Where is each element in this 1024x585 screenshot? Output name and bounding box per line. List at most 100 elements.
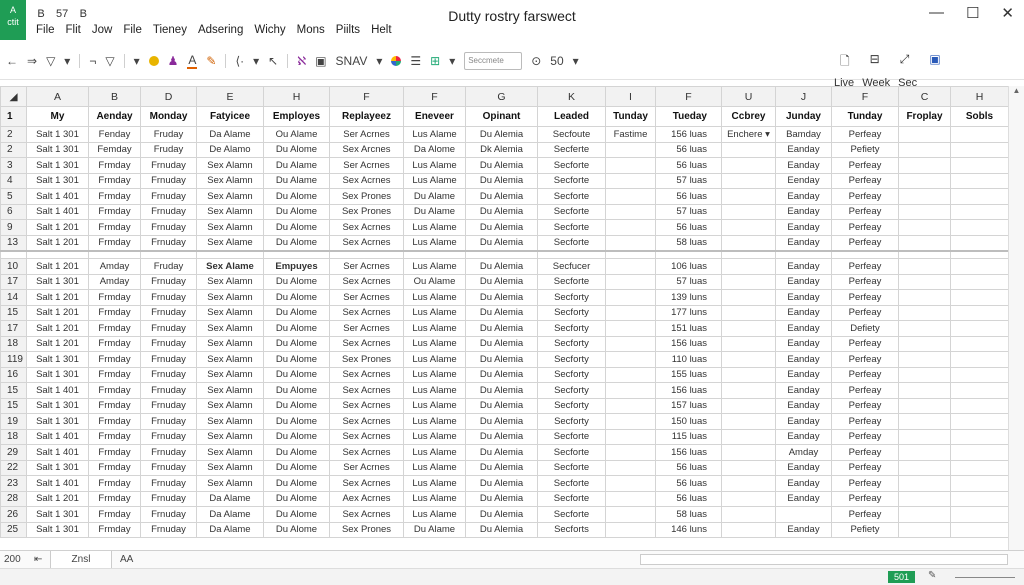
cell[interactable]: Lus Alame: [403, 506, 466, 523]
cell[interactable]: Lus Alame: [403, 397, 466, 414]
cell[interactable]: Du Alame: [403, 203, 466, 220]
cell[interactable]: Du Alemia: [465, 506, 538, 523]
menu-item[interactable]: Tieney: [153, 24, 187, 36]
cell[interactable]: Du Alome: [263, 397, 330, 414]
column-header[interactable]: A: [26, 86, 89, 107]
cell[interactable]: Du Alome: [263, 428, 330, 445]
cell[interactable]: Frmday: [88, 172, 141, 189]
column-header[interactable]: F: [831, 86, 899, 107]
dropdown-icon[interactable]: ▾: [253, 54, 259, 68]
cell[interactable]: Lus Alame: [403, 382, 466, 399]
cell[interactable]: Eanday: [775, 351, 832, 368]
cell[interactable]: 155 luas: [655, 366, 722, 383]
cell[interactable]: Du Alome: [263, 475, 330, 492]
cell[interactable]: Lus Alame: [403, 172, 466, 189]
select-all-corner[interactable]: ◢: [0, 86, 27, 107]
cell[interactable]: Frmday: [88, 382, 141, 399]
cell[interactable]: Du Alome: [263, 304, 330, 321]
edit-icon[interactable]: ✎: [928, 570, 936, 581]
cell[interactable]: 157 luas: [655, 397, 722, 414]
cell[interactable]: [605, 521, 656, 538]
chart-icon[interactable]: [391, 56, 402, 66]
cell[interactable]: Du Alome: [263, 203, 330, 220]
cell[interactable]: Salt 1 301: [26, 397, 89, 414]
cell[interactable]: Ser Acrnes: [329, 289, 404, 306]
cell[interactable]: [898, 258, 951, 275]
cell[interactable]: Frnuday: [140, 188, 197, 205]
cell[interactable]: Secforte: [537, 459, 606, 476]
menu-item[interactable]: Piilts: [336, 24, 360, 36]
cell[interactable]: Frnuday: [140, 475, 197, 492]
cell[interactable]: Leaded: [537, 106, 606, 127]
cell[interactable]: Frnuday: [140, 366, 197, 383]
cell[interactable]: Lus Alame: [403, 320, 466, 337]
cell[interactable]: Secforty: [537, 289, 606, 306]
cell[interactable]: Du Alome: [263, 188, 330, 205]
cell[interactable]: Frnuday: [140, 444, 197, 461]
cell[interactable]: Lus Alame: [403, 335, 466, 352]
cell[interactable]: [950, 366, 1008, 383]
cell[interactable]: [605, 490, 656, 507]
cell[interactable]: [721, 382, 776, 399]
cell[interactable]: [898, 126, 951, 143]
cell[interactable]: Salt 1 301: [26, 157, 89, 174]
dropdown-icon[interactable]: ▾: [573, 54, 579, 68]
cell[interactable]: Tunday: [605, 106, 656, 127]
cell[interactable]: Frmday: [88, 521, 141, 538]
brush-icon[interactable]: ✎: [206, 54, 216, 68]
cell[interactable]: 58 luas: [655, 234, 722, 251]
cell[interactable]: Sex Alamn: [196, 172, 264, 189]
cell[interactable]: [950, 335, 1008, 352]
cell[interactable]: [605, 428, 656, 445]
cell[interactable]: [950, 258, 1008, 275]
row-header[interactable]: 2: [0, 141, 27, 158]
cell[interactable]: Frmday: [88, 203, 141, 220]
maximize-icon[interactable]: ☐: [966, 4, 979, 22]
cell[interactable]: Lus Alame: [403, 444, 466, 461]
forward-icon[interactable]: ⇒: [27, 54, 37, 68]
cell[interactable]: Eanday: [775, 157, 832, 174]
zoom-icon[interactable]: ⊙: [531, 54, 541, 68]
cell[interactable]: Du Alome: [263, 273, 330, 290]
cell[interactable]: Du Alome: [263, 351, 330, 368]
scroll-up-icon[interactable]: ▲: [1009, 86, 1024, 95]
cell[interactable]: Secforty: [537, 397, 606, 414]
cell[interactable]: Ser Acrnes: [329, 157, 404, 174]
cell[interactable]: [605, 172, 656, 189]
row-header[interactable]: 23: [0, 475, 27, 492]
row-header[interactable]: 1: [0, 106, 27, 127]
cell[interactable]: [950, 141, 1008, 158]
cell[interactable]: Frmday: [88, 351, 141, 368]
cell[interactable]: Salt 1 301: [26, 273, 89, 290]
cell[interactable]: Salt 1 201: [26, 258, 89, 275]
cell[interactable]: 110 luas: [655, 351, 722, 368]
cell[interactable]: Sex Acrnes: [329, 366, 404, 383]
cell[interactable]: [721, 188, 776, 205]
cell[interactable]: 56 luas: [655, 141, 722, 158]
row-header[interactable]: 3: [0, 157, 27, 174]
cell[interactable]: Eanday: [775, 521, 832, 538]
cell[interactable]: Frnuday: [140, 219, 197, 236]
menu-item[interactable]: Wichy: [254, 24, 285, 36]
cell[interactable]: [721, 234, 776, 251]
cell[interactable]: My: [26, 106, 89, 127]
vertical-scrollbar[interactable]: ▲: [1008, 86, 1024, 550]
cell[interactable]: Sex Alamn: [196, 273, 264, 290]
cell[interactable]: Perfeay: [831, 335, 899, 352]
cell[interactable]: Sex Acrnes: [329, 172, 404, 189]
cell[interactable]: 139 luns: [655, 289, 722, 306]
cell[interactable]: [721, 320, 776, 337]
cell[interactable]: Perfeay: [831, 157, 899, 174]
cell[interactable]: Frnuday: [140, 172, 197, 189]
cell[interactable]: Frnuday: [140, 273, 197, 290]
cell[interactable]: Sex Prones: [329, 188, 404, 205]
cell[interactable]: [950, 397, 1008, 414]
cell[interactable]: Salt 1 401: [26, 428, 89, 445]
cell[interactable]: [605, 397, 656, 414]
zoom-slider[interactable]: [955, 577, 1015, 578]
column-header[interactable]: I: [605, 86, 656, 107]
cell[interactable]: Sex Acrnes: [329, 475, 404, 492]
cell[interactable]: Du Alemia: [465, 428, 538, 445]
cell[interactable]: Perfeay: [831, 413, 899, 430]
cell[interactable]: Secforte: [537, 234, 606, 251]
